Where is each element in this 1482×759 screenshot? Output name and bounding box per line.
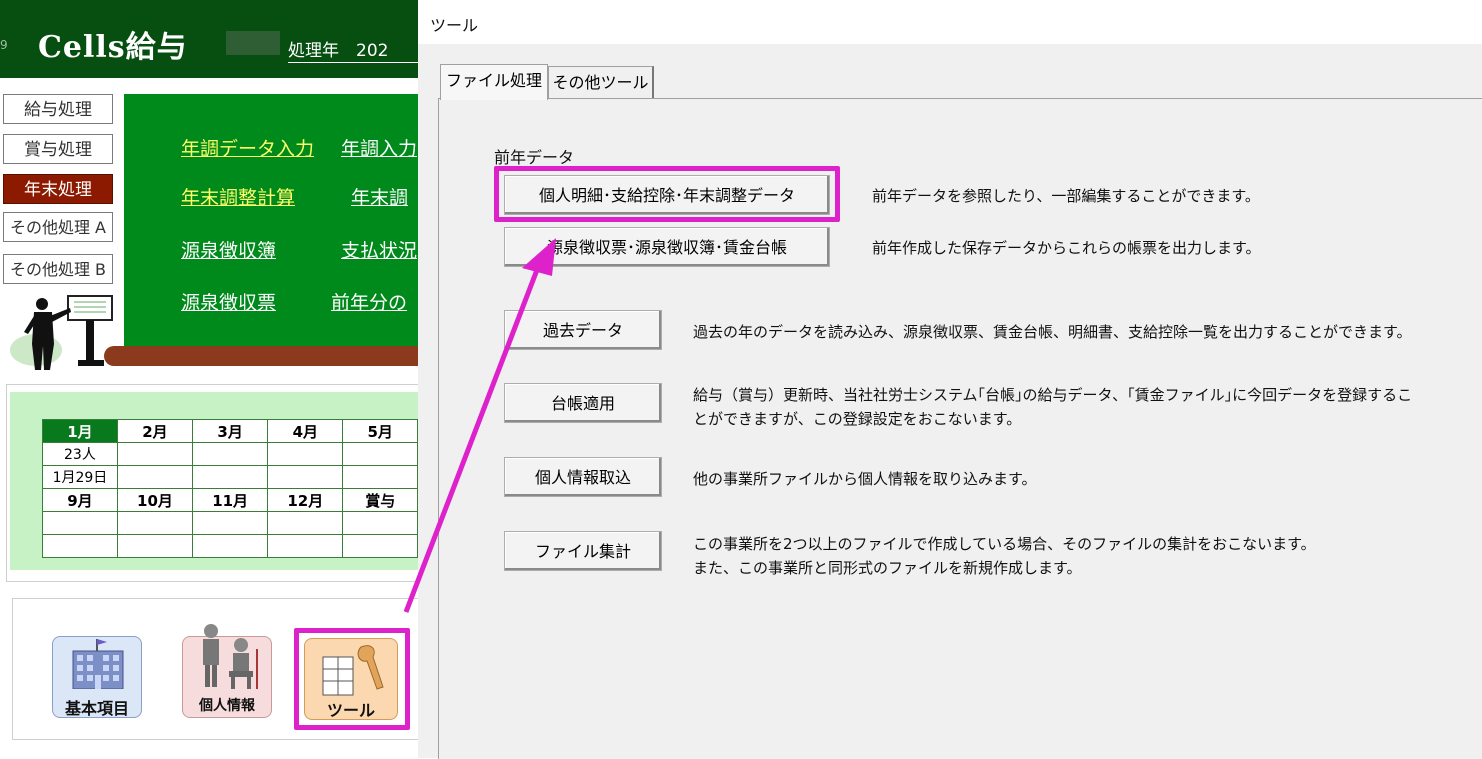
arrow-head <box>522 238 556 276</box>
annotation-arrow <box>403 238 556 613</box>
tab-file-processing[interactable]: ファイル処理 <box>440 64 548 100</box>
arrow-shaft <box>403 261 543 613</box>
